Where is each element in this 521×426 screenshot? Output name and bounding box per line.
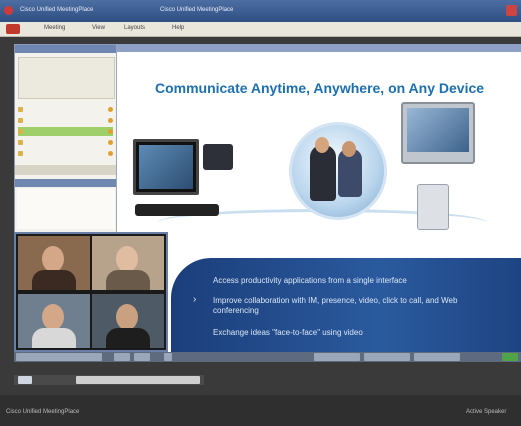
participant-row[interactable] (18, 105, 113, 114)
toolbar-button[interactable] (364, 353, 410, 361)
menu-item-view[interactable]: View (92, 25, 105, 31)
presence-area (18, 57, 115, 99)
meeting-people-image (289, 122, 387, 220)
toolbar-button[interactable] (314, 353, 360, 361)
next-arrow-icon: › (193, 294, 197, 305)
participant-row[interactable] (18, 149, 113, 158)
toolbar-button[interactable] (414, 353, 460, 361)
presentation-area: Communicate Anytime, Anywhere, on Any De… (116, 44, 521, 352)
toolbar-button[interactable] (16, 353, 102, 361)
video-tile[interactable] (92, 294, 164, 348)
meeting-toolbar (14, 352, 521, 362)
status-icon (108, 140, 113, 145)
video-monitor-image (133, 139, 199, 195)
status-left-text: Cisco Unified MeetingPlace (6, 409, 80, 415)
ip-phone-image (203, 144, 233, 170)
user-icon (18, 140, 23, 145)
user-icon (18, 118, 23, 123)
browser-tab[interactable]: Cisco Unified MeetingPlace (160, 7, 233, 13)
volume-slider[interactable] (76, 376, 200, 384)
slide-title: Communicate Anytime, Anywhere, on Any De… (154, 80, 485, 96)
status-icon (108, 107, 113, 112)
mute-button[interactable] (18, 376, 32, 384)
status-right-text: Active Speaker (466, 409, 507, 415)
user-icon (18, 129, 23, 134)
app-home-icon[interactable] (6, 24, 20, 34)
video-tile[interactable] (18, 294, 90, 348)
menu-bar: Meeting View Layouts Help (0, 22, 521, 37)
slide-bullet: Improve collaboration with IM, presence,… (213, 296, 458, 315)
video-participants-grid (14, 232, 168, 352)
window-title: Cisco Unified MeetingPlace (20, 7, 94, 13)
status-icon (108, 129, 113, 134)
laptop-image (401, 102, 475, 164)
participant-row-selected[interactable] (18, 127, 113, 136)
video-tile[interactable] (92, 236, 164, 290)
toolbar-button[interactable] (134, 353, 150, 361)
video-tile[interactable] (18, 236, 90, 290)
status-icon (108, 151, 113, 156)
conference-unit-image (135, 204, 219, 216)
participant-row[interactable] (18, 116, 113, 125)
user-icon (18, 151, 23, 156)
toolbar-button[interactable] (114, 353, 130, 361)
app-logo-icon (4, 6, 13, 15)
window-title-bar: Cisco Unified MeetingPlace Cisco Unified… (0, 0, 521, 22)
menu-item-layouts[interactable]: Layouts (124, 25, 145, 31)
close-icon[interactable] (506, 5, 517, 16)
panel-header (15, 45, 117, 53)
desk-phone-image (417, 184, 449, 230)
controls-bar (14, 375, 204, 385)
chat-panel-header (15, 179, 117, 187)
user-icon (18, 107, 23, 112)
status-icon (108, 118, 113, 123)
status-bar: Cisco Unified MeetingPlace Active Speake… (0, 395, 521, 426)
chat-area[interactable] (17, 189, 115, 229)
panel-toolbar (15, 165, 117, 175)
participants-panel (14, 44, 118, 234)
toolbar-button[interactable] (164, 353, 172, 361)
slide-bullet: Access productivity applications from a … (213, 276, 407, 285)
menu-item-meeting[interactable]: Meeting (44, 25, 65, 31)
participant-row[interactable] (18, 138, 113, 147)
menu-item-help[interactable]: Help (172, 25, 184, 31)
presentation-header (117, 44, 521, 52)
toolbar-button-active[interactable] (502, 353, 518, 361)
slide-bullet: Exchange ideas "face-to-face" using vide… (213, 328, 363, 337)
